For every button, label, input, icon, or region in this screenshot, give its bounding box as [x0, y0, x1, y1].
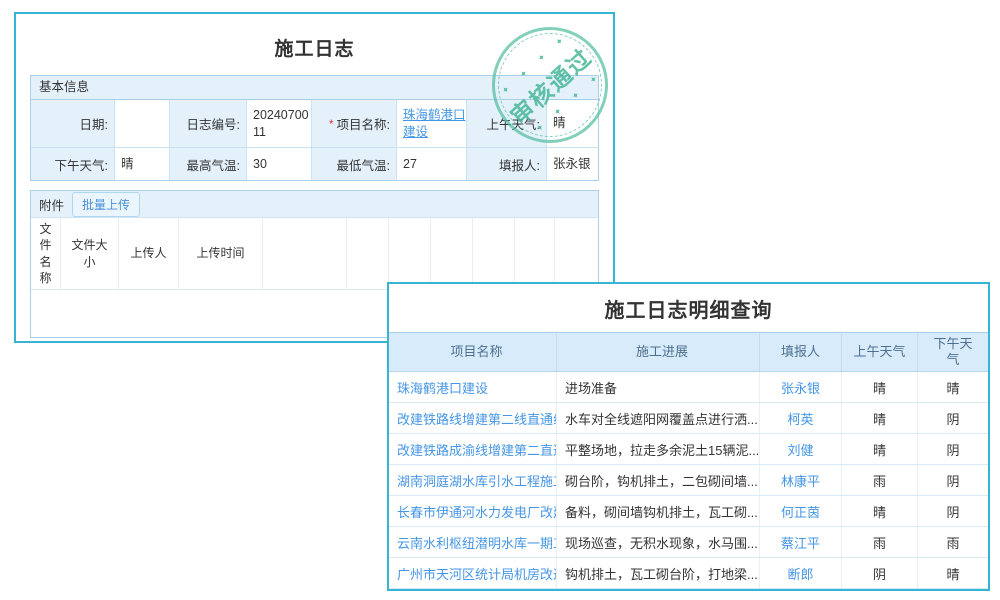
reporter-cell: 柯英	[760, 403, 842, 433]
approval-seal-content: ✦ ✦ ✦ ✦ 审核通过 ✦ ✦ ✦ ✦	[493, 29, 607, 141]
reporter-cell: 断郎	[760, 558, 842, 588]
project-name-value: 珠海鹤港口建设	[397, 100, 467, 148]
reporter-link[interactable]: 蔡江平	[781, 533, 820, 552]
weather-am: 晴	[842, 434, 918, 464]
date-label: 日期:	[31, 100, 115, 148]
basic-info-row-2: 下午天气: 晴 最高气温: 30 最低气温: 27 填报人: 张永银	[31, 148, 598, 180]
project-link[interactable]: 珠海鹤港口建设	[397, 378, 488, 397]
weather-am: 晴	[842, 496, 918, 526]
project-name-label: * 项目名称:	[312, 100, 397, 148]
query-page-title: 施工日志明细查询	[389, 284, 988, 332]
progress-text: 进场准备	[557, 372, 760, 402]
date-value[interactable]	[115, 100, 170, 148]
min-temp-label: 最低气温:	[312, 148, 397, 180]
project-link[interactable]: 湖南洞庭湖水库引水工程施工标段	[397, 471, 557, 490]
reporter-link[interactable]: 林康平	[781, 471, 820, 490]
pm-weather-label: 下午天气:	[31, 148, 115, 180]
progress-text: 砌台阶，钩机排土，二包砌间墙...	[557, 465, 760, 495]
reporter-cell: 林康平	[760, 465, 842, 495]
reporter-cell: 张永银	[760, 372, 842, 402]
progress-text: 平整场地，拉走多余泥土15辆泥...	[557, 434, 760, 464]
pm-weather-value: 晴	[115, 148, 170, 180]
table-row: 广州市天河区统计局机房改造项目 钩机排土，瓦工砌台阶，打地梁... 断郎 阴 晴	[389, 558, 988, 589]
weather-pm: 阴	[918, 403, 988, 433]
batch-upload-button[interactable]: 批量上传	[72, 192, 140, 217]
progress-text: 备料，砌间墙钩机排土，瓦工砌...	[557, 496, 760, 526]
query-table-header: 项目名称 施工进展 填报人 上午天气 下午天气	[389, 332, 988, 372]
required-asterisk: *	[329, 117, 334, 131]
max-temp-value: 30	[247, 148, 312, 180]
reporter-cell: 何正茵	[760, 496, 842, 526]
reporter-link[interactable]: 张永银	[781, 378, 820, 397]
col-header-empty	[473, 218, 515, 289]
col-header-empty	[347, 218, 389, 289]
col-header-pm-weather: 下午天气	[918, 333, 988, 371]
reporter-cell: 刘健	[760, 434, 842, 464]
reporter-value: 张永银	[547, 148, 598, 180]
project-cell: 珠海鹤港口建设	[389, 372, 557, 402]
table-row: 改建铁路成渝线增建第二直通线 平整场地，拉走多余泥土15辆泥... 刘健 晴 阴	[389, 434, 988, 465]
weather-pm: 阴	[918, 434, 988, 464]
project-cell: 改建铁路成渝线增建第二直通线	[389, 434, 557, 464]
weather-pm: 阴	[918, 496, 988, 526]
col-header-file-size: 文件大小	[61, 218, 119, 289]
col-header-am-weather: 上午天气	[842, 333, 918, 371]
weather-am: 晴	[842, 403, 918, 433]
col-header-file-name: 文件名称	[31, 218, 61, 289]
project-link[interactable]: 改建铁路成渝线增建第二直通线	[397, 440, 557, 459]
attachments-header-bar: 附件 批量上传	[31, 191, 598, 218]
max-temp-label: 最高气温:	[170, 148, 247, 180]
table-row: 湖南洞庭湖水库引水工程施工标段 砌台阶，钩机排土，二包砌间墙... 林康平 雨 …	[389, 465, 988, 496]
col-header-uploader: 上传人	[119, 218, 179, 289]
weather-pm: 晴	[918, 558, 988, 588]
weather-pm: 阴	[918, 465, 988, 495]
col-header-upload-time: 上传时间	[179, 218, 263, 289]
col-header-empty	[431, 218, 473, 289]
project-link[interactable]: 改建铁路线增建第二线直通线	[397, 409, 557, 428]
reporter-link[interactable]: 何正茵	[781, 502, 820, 521]
attachments-table-header: 文件名称 文件大小 上传人 上传时间	[31, 218, 598, 290]
project-cell: 湖南洞庭湖水库引水工程施工标段	[389, 465, 557, 495]
col-header-empty	[389, 218, 431, 289]
table-row: 改建铁路线增建第二线直通线 水车对全线遮阳网覆盖点进行洒... 柯英 晴 阴	[389, 403, 988, 434]
col-header-progress: 施工进展	[557, 333, 760, 371]
approval-seal: ✦ ✦ ✦ ✦ 审核通过 ✦ ✦ ✦ ✦	[492, 27, 608, 143]
weather-am: 晴	[842, 372, 918, 402]
log-number-label: 日志编号:	[170, 100, 247, 148]
log-number-value: 2024070011	[247, 100, 312, 148]
project-link[interactable]: 云南水利枢纽潜明水库一期工程	[397, 533, 557, 552]
project-cell: 云南水利枢纽潜明水库一期工程	[389, 527, 557, 557]
min-temp-value: 27	[397, 148, 467, 180]
col-header-reporter: 填报人	[760, 333, 842, 371]
reporter-label: 填报人:	[467, 148, 547, 180]
table-row: 长春市伊通河水力发电厂改建工程 备料，砌间墙钩机排土，瓦工砌... 何正茵 晴 …	[389, 496, 988, 527]
weather-pm: 晴	[918, 372, 988, 402]
reporter-link[interactable]: 断郎	[787, 564, 813, 583]
reporter-link[interactable]: 柯英	[787, 409, 813, 428]
col-header-empty	[555, 218, 598, 289]
reporter-link[interactable]: 刘健	[787, 440, 813, 459]
reporter-cell: 蔡江平	[760, 527, 842, 557]
weather-pm: 雨	[918, 527, 988, 557]
weather-am: 阴	[842, 558, 918, 588]
progress-text: 现场巡查，无积水现象，水马围...	[557, 527, 760, 557]
weather-am: 雨	[842, 465, 918, 495]
weather-am: 雨	[842, 527, 918, 557]
progress-text: 水车对全线遮阳网覆盖点进行洒...	[557, 403, 760, 433]
col-header-project-name: 项目名称	[389, 333, 557, 371]
project-name-link[interactable]: 珠海鹤港口建设	[403, 107, 466, 141]
progress-text: 钩机排土，瓦工砌台阶，打地梁...	[557, 558, 760, 588]
col-header-empty	[263, 218, 347, 289]
project-link[interactable]: 广州市天河区统计局机房改造项目	[397, 564, 557, 583]
table-row: 云南水利枢纽潜明水库一期工程 现场巡查，无积水现象，水马围... 蔡江平 雨 雨	[389, 527, 988, 558]
attachments-section-title: 附件	[39, 195, 64, 214]
project-name-label-text: 项目名称:	[337, 114, 390, 133]
col-header-empty	[515, 218, 555, 289]
project-cell: 长春市伊通河水力发电厂改建工程	[389, 496, 557, 526]
project-cell: 改建铁路线增建第二线直通线	[389, 403, 557, 433]
project-cell: 广州市天河区统计局机房改造项目	[389, 558, 557, 588]
table-row: 珠海鹤港口建设 进场准备 张永银 晴 晴	[389, 372, 988, 403]
project-link[interactable]: 长春市伊通河水力发电厂改建工程	[397, 502, 557, 521]
query-panel: 施工日志明细查询 项目名称 施工进展 填报人 上午天气 下午天气 珠海鹤港口建设…	[387, 282, 990, 591]
